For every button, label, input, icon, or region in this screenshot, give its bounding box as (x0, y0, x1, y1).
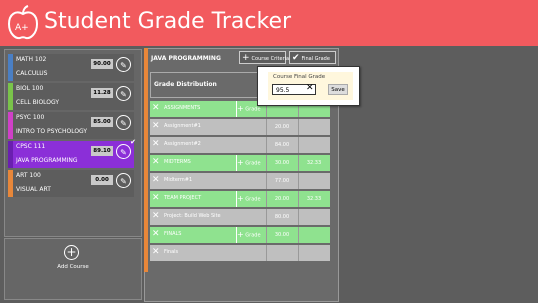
app-title: Student Grade Tracker (44, 9, 292, 34)
course-grade: 11.28 (91, 88, 113, 98)
course-item-psyc-100[interactable]: PSYC 100 INTRO TO PSYCHOLOGY 85.00 ✎ (8, 112, 134, 139)
final-grade-button[interactable]: ✔ Final Grade (289, 51, 336, 64)
course-name: ART 100 (16, 172, 41, 179)
selected-check-icon: ✔ (130, 138, 136, 146)
course-accent-bar (144, 48, 148, 272)
course-color-bar (8, 83, 13, 110)
row-value: 20.00 (266, 119, 297, 135)
delete-x-icon[interactable]: ✕ (152, 246, 160, 259)
apple-logo-icon: A+ (7, 5, 39, 40)
app-header: A+ Student Grade Tracker (0, 0, 538, 46)
row-label: TEAM PROJECT (164, 195, 202, 201)
delete-x-icon[interactable]: ✕ (152, 138, 160, 151)
course-criteria-button[interactable]: + Course Criteria (239, 51, 289, 64)
course-item-cpsc-111[interactable]: CPSC 111 JAVA PROGRAMMING 89.10 ✎ ✔ (8, 138, 136, 168)
course-description: CALCULUS (16, 70, 48, 77)
course-title: JAVA PROGRAMMING (151, 55, 221, 62)
course-grade: 85.00 (91, 117, 113, 127)
course-grade: 89.10 (91, 146, 113, 156)
edit-pencil-icon[interactable]: ✎ (116, 115, 131, 130)
grade-item-row[interactable]: ✕ Midterm#1 77.00 (150, 173, 330, 189)
grade-item-row[interactable]: ✕ Project: Build Web Site 80.00 (150, 209, 330, 225)
grade-category-row[interactable]: ✕ TEAM PROJECT + Grade 20.00 32.33 (150, 191, 330, 207)
row-label: Assignment#1 (164, 123, 201, 129)
grade-category-row[interactable]: ✕ FINALS + Grade 30.00 (150, 227, 330, 243)
row-value: 30.00 (266, 155, 297, 171)
grade-distribution-label: Grade Distribution (154, 81, 217, 88)
delete-x-icon[interactable]: ✕ (152, 156, 160, 169)
add-circle-icon[interactable]: + (64, 245, 79, 260)
delete-x-icon[interactable]: ✕ (152, 210, 160, 223)
grade-item-row[interactable]: ✕ Assignment#1 20.00 (150, 119, 330, 135)
clear-x-icon[interactable]: ✕ (306, 83, 314, 93)
delete-x-icon[interactable]: ✕ (152, 174, 160, 187)
row-label: Project: Build Web Site (164, 213, 221, 219)
row-value (298, 119, 329, 135)
add-grade-button[interactable]: + Grade (236, 155, 264, 171)
row-label: FINALS (164, 231, 182, 237)
edit-pencil-icon[interactable]: ✎ (116, 144, 131, 159)
course-item-math-102[interactable]: MATH 102 CALCULUS 90.00 ✎ (8, 54, 134, 81)
plus-icon: + (242, 53, 250, 63)
save-button[interactable]: Save (328, 84, 348, 95)
row-label: Assignment#2 (164, 141, 201, 147)
course-name: BIOL 100 (16, 85, 44, 92)
row-value (298, 173, 329, 189)
plus-icon: + (237, 230, 244, 239)
course-color-bar (8, 112, 13, 139)
grade-item-row[interactable]: ✕ Assignment#2 84.00 (150, 137, 330, 153)
course-grade: 90.00 (91, 59, 113, 69)
row-value: 84.00 (266, 137, 297, 153)
grade-item-row[interactable]: ✕ Finals (150, 245, 330, 261)
add-grade-button[interactable]: + Grade (236, 191, 264, 207)
row-value: 32.33 (298, 191, 329, 207)
plus-icon: + (237, 158, 244, 167)
plus-icon: + (237, 194, 244, 203)
row-value: 32.33 (298, 155, 329, 171)
row-value: 77.00 (266, 173, 297, 189)
row-label: MIDTERMS (164, 159, 191, 165)
delete-x-icon[interactable]: ✕ (152, 228, 160, 241)
course-list-panel: MATH 102 CALCULUS 90.00 ✎ BIOL 100 CELL … (4, 49, 142, 237)
add-course-panel[interactable]: + Add Course (4, 238, 142, 300)
delete-x-icon[interactable]: ✕ (152, 192, 160, 205)
row-label: Finals (164, 249, 179, 255)
course-name: CPSC 111 (16, 143, 46, 150)
row-value: 20.00 (266, 191, 297, 207)
row-value: 80.00 (266, 209, 297, 225)
edit-pencil-icon[interactable]: ✎ (116, 57, 131, 72)
course-description: VISUAL ART (16, 186, 51, 193)
course-name: MATH 102 (16, 56, 47, 63)
course-grade: 0.00 (91, 175, 113, 185)
course-description: CELL BIOLOGY (16, 99, 60, 106)
logo-text: A+ (15, 23, 29, 33)
row-label: ASSIGNMENTS (164, 105, 201, 111)
course-item-art-100[interactable]: ART 100 VISUAL ART 0.00 ✎ (8, 170, 134, 197)
course-color-bar (8, 54, 13, 81)
row-value (298, 227, 329, 243)
edit-pencil-icon[interactable]: ✎ (116, 173, 131, 188)
course-description: INTRO TO PSYCHOLOGY (16, 128, 88, 135)
grade-category-row[interactable]: ✕ MIDTERMS + Grade 30.00 32.33 (150, 155, 330, 171)
delete-x-icon[interactable]: ✕ (152, 102, 160, 115)
add-grade-button[interactable]: + Grade (236, 227, 264, 243)
plus-icon: + (237, 104, 244, 113)
row-value (298, 209, 329, 225)
course-color-bar (8, 141, 13, 168)
course-description: JAVA PROGRAMMING (16, 157, 78, 164)
edit-pencil-icon[interactable]: ✎ (116, 86, 131, 101)
add-course-label: Add Course (57, 264, 89, 270)
checkmark-icon: ✔ (292, 53, 300, 63)
row-value (298, 137, 329, 153)
delete-x-icon[interactable]: ✕ (152, 120, 160, 133)
row-label: Midterm#1 (164, 177, 193, 183)
final-grade-popup-label: Course Final Grade (273, 74, 326, 80)
course-name: PSYC 100 (16, 114, 45, 121)
row-value (298, 245, 329, 261)
row-value: 30.00 (266, 227, 297, 243)
row-value (266, 245, 297, 261)
course-item-biol-100[interactable]: BIOL 100 CELL BIOLOGY 11.28 ✎ (8, 83, 134, 110)
course-color-bar (8, 170, 13, 197)
